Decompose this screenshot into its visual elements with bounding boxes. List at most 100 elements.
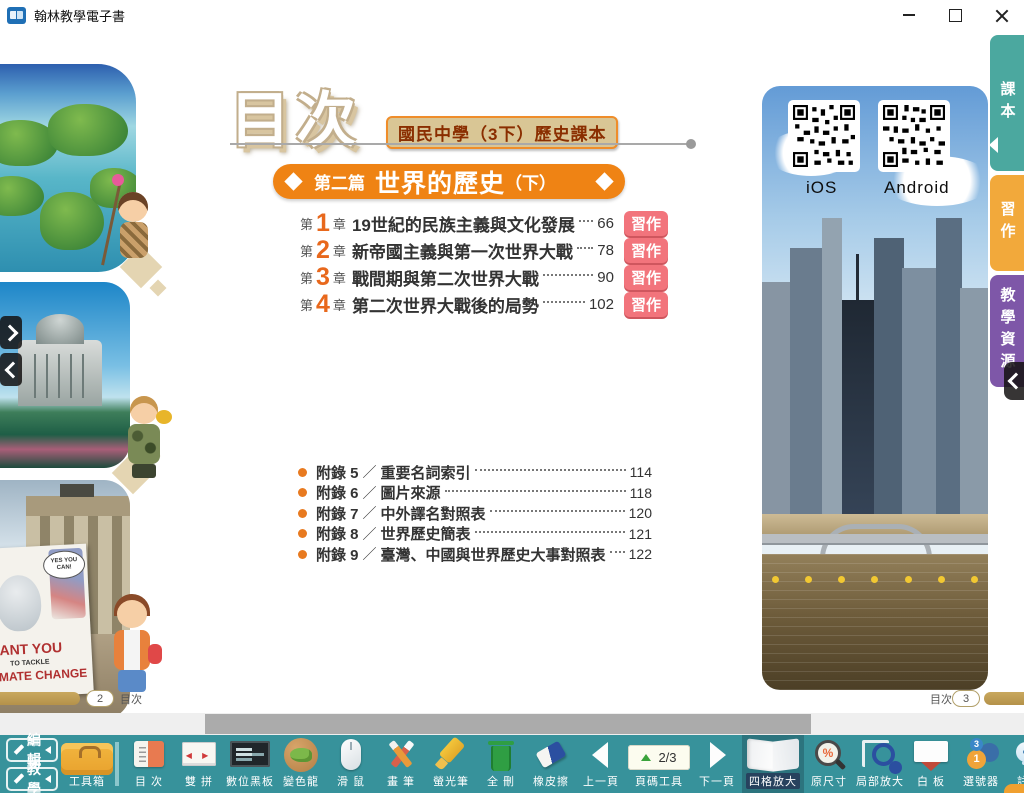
chapter-page-number: 78 [597,242,614,259]
chapter-page-number: 102 [589,296,614,313]
toolbar-item-toolbox[interactable]: 工具箱 [62,735,112,793]
appendix-label: 附錄 9 [316,544,359,565]
chevron-left-icon [4,361,21,378]
qr-label-ios: iOS [806,178,837,198]
appendix-row[interactable]: 附錄 8 ／ 世界歷史簡表 121 [298,524,652,545]
toolbar-item-chameleon[interactable]: 變色龍 [276,735,326,793]
maximize-button[interactable] [932,0,978,30]
mouse-icon [329,738,373,770]
teach-mode-button[interactable]: 教學 [6,767,58,791]
toolbar-item-original-size[interactable]: 原尺寸 [804,735,854,793]
dotted-leader [543,301,585,303]
side-tab-workbook[interactable]: 習作 [990,175,1024,271]
toolbar-item-number-picker[interactable]: 選號器 [956,735,1006,793]
toolbar-item-prev-page[interactable]: 上一頁 [576,735,626,793]
toolbar-item-toc[interactable]: 目 次 [124,735,174,793]
appendix-page-number: 121 [629,526,652,542]
side-tab-textbook[interactable]: 課本 [990,35,1024,171]
minimize-icon [903,14,915,16]
climate-poster: YES YOU CAN! ANT YOU TO TACKLE MATE CHAN… [0,544,94,699]
workbook-badge-button[interactable]: 習作 [624,292,668,317]
footer-label-right: 目次 [930,691,952,707]
chapter-row[interactable]: 第 3 章 戰間期與第二次世界大戰 90 習作 [300,264,668,291]
building [822,218,842,536]
qr-label-android: Android [884,178,950,198]
poster-line3: MATE CHANGE [0,666,88,685]
chapter-row[interactable]: 第 2 章 新帝國主義與第一次世界大戰 78 習作 [300,237,668,264]
dotted-leader [475,531,625,533]
chapter-prefix: 第 [300,295,313,314]
mascot-body [128,424,160,464]
toolbar-item-highlighter[interactable]: 螢光筆 [426,735,476,793]
app-window: 翰林教學電子書 YES YOU CAN! ANT YOU TO T [0,0,1024,793]
toolbar-item-partial-zoom[interactable]: 局部放大 [854,735,906,793]
building [936,218,962,536]
highlighter-icon [429,738,473,770]
chapter-row[interactable]: 第 4 章 第二次世界大戰後的局勢 102 習作 [300,291,668,318]
toolbar-item-label: 雙 拼 [185,773,213,789]
dotted-leader [490,510,625,512]
chapter-suffix: 章 [333,241,346,260]
appendix-row[interactable]: 附錄 9 ／ 臺灣、中國與世界歷史大事對照表 122 [298,544,652,565]
appendix-page-number: 114 [630,464,652,480]
workbook-badge-button[interactable]: 習作 [624,238,668,263]
toolbar-item-label: 選號器 [963,773,999,789]
toolbar-item-digital-blackboard[interactable]: 數位黑板 [224,735,276,793]
toolbar-separator [115,742,119,786]
dotted-leader [543,274,593,276]
mascot-head [117,600,147,628]
dotted-leader [579,220,593,222]
diamond-icon [595,172,613,190]
toolbar-item-label: 四格放大 [746,773,800,789]
appendix-row[interactable]: 附錄 7 ／ 中外譯名對照表 120 [298,503,652,524]
panel-collapse-button[interactable] [1004,362,1024,400]
blackboard-icon [228,738,272,770]
appendix-row[interactable]: 附錄 6 ／ 圖片來源 118 [298,483,652,504]
section-paren: （下） [505,169,556,194]
minimize-button[interactable] [886,0,932,30]
appendix-title: 重要名詞索引 [381,462,471,483]
spear [101,181,122,266]
toolbar-item-eraser[interactable]: 橡皮擦 [526,735,576,793]
workbook-badge-button[interactable]: 習作 [624,265,668,290]
whiteboard-icon [909,738,953,770]
dual-page-icon [177,738,221,770]
chapter-page-number: 90 [597,269,614,286]
poster-line1: ANT YOU [0,639,63,658]
toolbar-items: 目 次 雙 拼 數位黑板 變色龍 滑 鼠 畫 筆 [122,735,1024,793]
building [762,282,792,536]
close-button[interactable] [978,0,1024,30]
page-forward-button[interactable] [0,316,22,349]
bullet-icon [298,488,307,497]
toolbar-item-label: 工具箱 [69,773,105,789]
toolbar-item-label: 頁碼工具 [635,773,683,789]
pencil-icon [13,744,25,756]
river-water [762,554,988,690]
page-indicator-box[interactable]: 2/3 [628,745,690,770]
chapter-row[interactable]: 第 1 章 19世紀的民族主義與文化發展 66 習作 [300,210,668,237]
horizontal-scrollbar[interactable] [205,714,811,734]
dotted-leader [445,490,626,492]
chapter-suffix: 章 [333,214,346,233]
number-picker-icon [959,738,1003,770]
chapter-list: 第 1 章 19世紀的民族主義與文化發展 66 習作 第 2 章 新帝國主義與第… [300,210,668,318]
page-back-button[interactable] [0,353,22,386]
teach-mode-label: 教學 [27,759,44,793]
appendix-row[interactable]: 附錄 5 ／ 重要名詞索引 114 [298,462,652,483]
toolbar-item-dual-page[interactable]: 雙 拼 [174,735,224,793]
toolbar-item-page-tool[interactable]: 2/3 頁碼工具 [626,735,692,793]
footer-page-number-left: 2 [86,690,114,707]
chapter-title: 第二次世界大戰後的局勢 [352,292,539,317]
toolbar-item-delete-all[interactable]: 全 刪 [476,735,526,793]
divider-line [230,143,688,145]
toolbar-item-whiteboard[interactable]: 白 板 [906,735,956,793]
workbook-badge-button[interactable]: 習作 [624,211,668,236]
toolbar-item-next-page[interactable]: 下一頁 [692,735,742,793]
appendix-label: 附錄 8 [316,523,359,544]
toolbar-item-pen[interactable]: 畫 筆 [376,735,426,793]
toolbar-item-label: 螢光筆 [433,773,469,789]
toolbar-item-quad-zoom[interactable]: 四格放大 [742,735,804,793]
section-title: 世界的歷史 [375,164,505,200]
island-shape [0,176,44,216]
toolbar-item-mouse[interactable]: 滑 鼠 [326,735,376,793]
